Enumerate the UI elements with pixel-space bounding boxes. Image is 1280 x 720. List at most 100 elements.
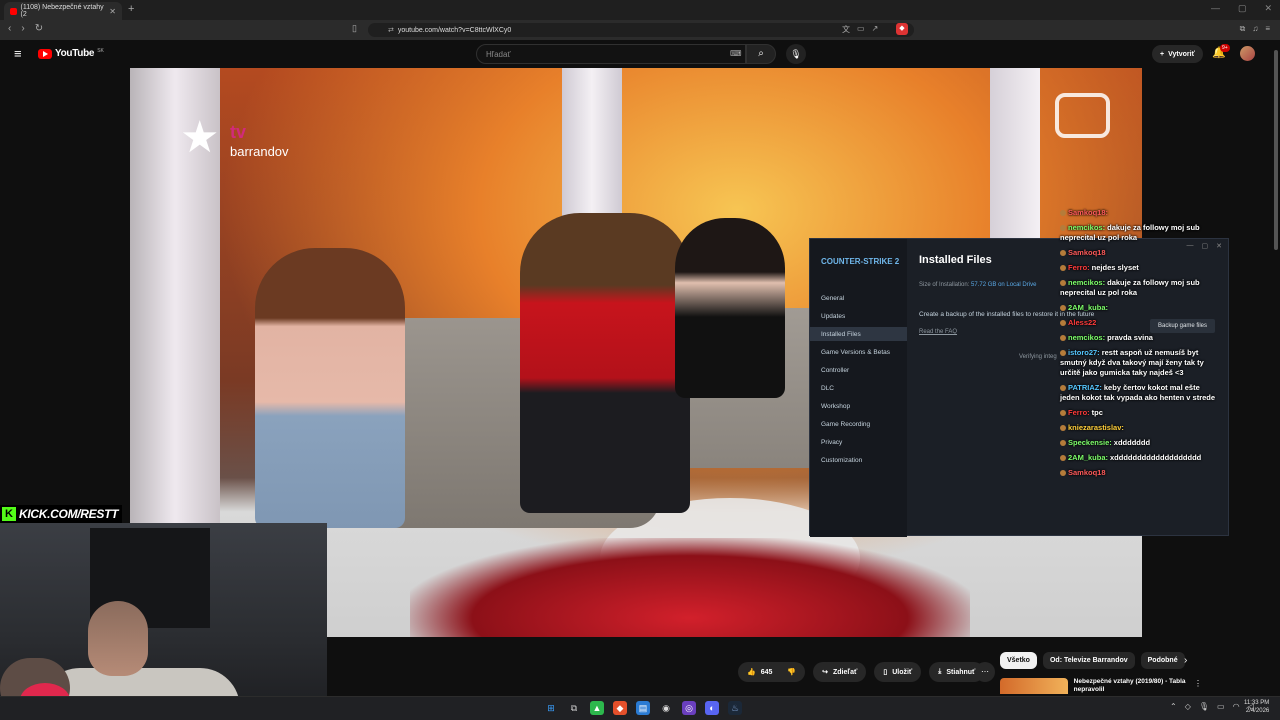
guest-woman-left	[255, 248, 405, 528]
nav-workshop[interactable]: Workshop	[821, 403, 850, 410]
search-input[interactable]: Hľadať	[476, 44, 746, 64]
discord-icon[interactable]: ◐	[705, 701, 719, 715]
tab-close-icon[interactable]: ✕	[109, 7, 116, 16]
chat-message: Ferro: tpc	[1060, 408, 1220, 418]
account-avatar[interactable]	[1240, 46, 1255, 61]
like-button[interactable]: 👍 645 👎	[738, 662, 806, 682]
recommended-more-icon[interactable]: ⋮	[1194, 679, 1202, 688]
scrollbar-thumb[interactable]	[1274, 50, 1278, 250]
clock-time: 11:33 PM	[1244, 700, 1270, 706]
nav-privacy[interactable]: Privacy	[821, 439, 842, 446]
chips-next-icon[interactable]: ›	[1184, 655, 1187, 666]
nav-installed-files[interactable]: Installed Files	[821, 331, 861, 338]
cast-icon[interactable]: ▭	[857, 24, 865, 35]
recommended-thumbnail[interactable]	[1000, 678, 1068, 694]
obs-icon[interactable]: ◉	[659, 701, 673, 715]
media-icon[interactable]: ♫	[1252, 24, 1258, 34]
nav-controller[interactable]: Controller	[821, 367, 849, 374]
create-button[interactable]: + Vytvoriť	[1152, 45, 1203, 63]
chat-message: kniezarastislav:	[1060, 423, 1220, 433]
tray-chevron-icon[interactable]: ⌃	[1170, 702, 1177, 711]
chip-related[interactable]: Podobné	[1140, 652, 1185, 669]
chat-text: tpc	[1091, 408, 1103, 417]
chat-message: Samkoq18:	[1060, 208, 1220, 218]
extensions-icon[interactable]: ⧉	[1240, 24, 1246, 34]
start-icon[interactable]: ⊞	[544, 701, 558, 715]
brave-taskbar-icon[interactable]: ◆	[613, 701, 627, 715]
more-actions-button[interactable]: ⋯	[975, 662, 995, 682]
bookmark-icon[interactable]: ▯	[352, 23, 357, 34]
taskbar-clock[interactable]: 11:33 PM 2/4/2026	[1244, 699, 1269, 715]
share-page-icon[interactable]: ↗	[872, 24, 879, 35]
reload-icon[interactable]: ↻	[35, 23, 43, 34]
recommended-title[interactable]: Nebezpečné vztahy (2019/80) - Tabla nepr…	[1074, 678, 1190, 694]
streamer-face	[88, 601, 148, 676]
app-green-icon[interactable]: ▲	[590, 701, 604, 715]
chat-badge-icon	[1060, 225, 1066, 232]
like-count: 645	[760, 668, 773, 676]
recommended-video[interactable]: Nebezpečné vztahy (2019/80) - Tabla nepr…	[1000, 678, 1190, 694]
tray-app-icon[interactable]: ◇	[1185, 702, 1191, 711]
video-actions: 👍 645 👎 ↪ Zdieľať ▯ Uložiť ⤓ Stiahnuť	[738, 662, 985, 682]
browser-tab[interactable]: (1108) Nebezpečné vztahy (2 ✕	[4, 2, 122, 20]
chat-username: Ferro:	[1068, 263, 1090, 272]
nav-game-versions[interactable]: Game Versions & Betas	[821, 349, 890, 356]
url-field[interactable]: ⇄ youtube.com/watch?v=C8ttcWlXCy0	[368, 23, 914, 37]
search-button[interactable]: ⌕	[746, 44, 776, 64]
keyboard-icon[interactable]: ⌨	[730, 49, 742, 58]
channel-watermark-logo: ★ tv barrandov	[180, 116, 300, 166]
wifi-icon[interactable]: ◠	[1233, 702, 1240, 711]
minimize-button[interactable]: —	[1211, 3, 1220, 14]
menu-icon[interactable]: ≡	[1265, 24, 1270, 34]
chat-badge-icon	[1060, 210, 1066, 217]
nav-game-recording[interactable]: Game Recording	[821, 421, 870, 428]
close-window-button[interactable]: ✕	[1264, 3, 1272, 14]
nav-buttons: ‹ › ↻	[8, 23, 43, 34]
translate-icon[interactable]: 文	[842, 24, 850, 35]
hamburger-menu-icon[interactable]: ≡	[14, 46, 22, 61]
chat-username: Ferro:	[1068, 408, 1090, 417]
chat-username: nemcikos:	[1068, 278, 1106, 287]
nav-customization[interactable]: Customization	[821, 457, 862, 464]
verify-integrity-text[interactable]: Verifying integ	[1019, 354, 1057, 360]
site-info-icon[interactable]: ⇄	[388, 26, 394, 34]
chat-message: Ferro: nejdes slyset	[1060, 263, 1220, 273]
nav-updates[interactable]: Updates	[821, 313, 845, 320]
youtube-logo[interactable]: YouTube SK	[38, 48, 104, 59]
media-app-icon[interactable]: ◎	[682, 701, 696, 715]
chat-message: Speckensie: xddddddd	[1060, 438, 1220, 448]
kick-url-text: KICK.COM/RESTT	[19, 507, 119, 521]
thumbs-down-icon[interactable]: 👎	[787, 668, 796, 676]
nav-dlc[interactable]: DLC	[821, 385, 834, 392]
kick-banner: K KICK.COM/RESTT	[0, 505, 123, 523]
save-button[interactable]: ▯ Uložiť	[874, 662, 922, 682]
forward-icon[interactable]: ›	[21, 23, 24, 34]
youtube-favicon-icon	[10, 7, 17, 15]
brave-shield-icon[interactable]: ◆	[896, 23, 908, 35]
chat-badge-icon	[1060, 280, 1066, 287]
chip-from-channel[interactable]: Od: Televize Barrandov	[1042, 652, 1135, 669]
task-view-icon[interactable]: ⧉	[567, 701, 581, 715]
chat-badge-icon	[1060, 385, 1066, 392]
size-value[interactable]: 57.72 GB on Local Drive	[971, 282, 1036, 288]
network-icon[interactable]: ▭	[1217, 702, 1225, 711]
notes-app-icon[interactable]: ▤	[636, 701, 650, 715]
chat-username: 2AM_kuba:	[1068, 453, 1109, 462]
logo-brand-text: barrandov	[230, 144, 289, 159]
chat-username: Samkoq18	[1068, 468, 1106, 477]
nav-general[interactable]: General	[821, 295, 844, 302]
microphone-tray-icon[interactable]: 🎙	[1199, 702, 1209, 711]
faq-link[interactable]: Read the FAQ	[919, 329, 957, 335]
chip-all[interactable]: Všetko	[1000, 652, 1037, 669]
region-code: SK	[97, 48, 104, 54]
share-button[interactable]: ↪ Zdieľať	[813, 662, 867, 682]
chat-badge-icon	[1060, 470, 1066, 477]
back-icon[interactable]: ‹	[8, 23, 11, 34]
new-tab-button[interactable]: +	[128, 3, 134, 15]
voice-search-button[interactable]: 🎙	[786, 44, 806, 64]
browser-toolbar-icons: ⧉ ♫ ≡	[1240, 24, 1270, 34]
steam-taskbar-icon[interactable]: ♨	[728, 701, 742, 715]
maximize-button[interactable]: ▢	[1238, 3, 1247, 14]
tab-title: (1108) Nebezpečné vztahy (2	[20, 4, 104, 18]
download-icon: ⤓	[938, 668, 942, 675]
